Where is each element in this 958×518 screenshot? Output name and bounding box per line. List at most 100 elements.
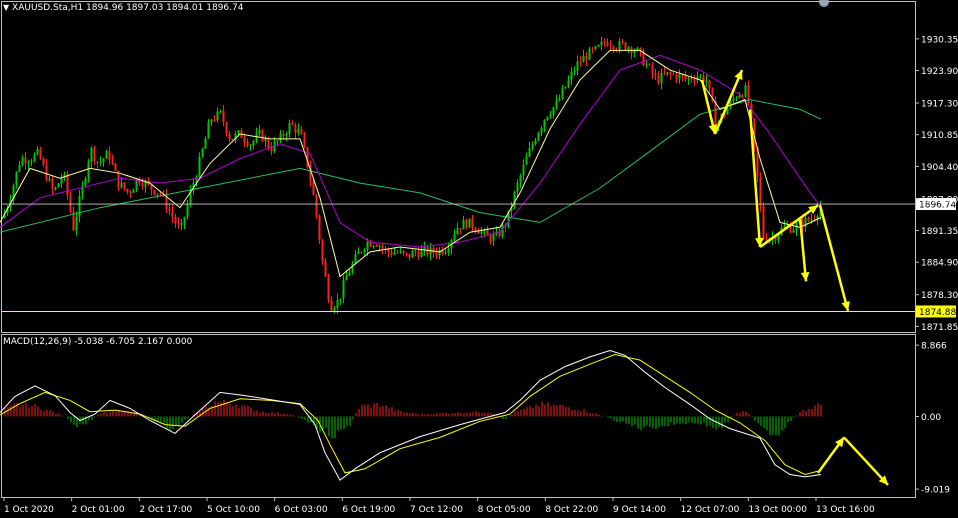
time-axis-label: 5 Oct 10:00 xyxy=(207,505,260,515)
candle xyxy=(168,203,171,215)
candle-body xyxy=(294,124,297,133)
candle-body xyxy=(51,178,54,190)
candle-body xyxy=(228,133,231,140)
candle xyxy=(75,211,78,236)
price-axis-label: 1910.85 xyxy=(921,131,958,141)
candle-body xyxy=(372,245,375,247)
candle xyxy=(351,260,354,275)
candle-body xyxy=(534,140,537,145)
arrow-shaft xyxy=(818,204,850,312)
candle-body xyxy=(315,195,318,216)
candle xyxy=(219,109,222,114)
time-axis-label: 12 Oct 07:00 xyxy=(681,505,740,515)
candle xyxy=(246,138,249,148)
candle-body xyxy=(432,247,435,253)
candle xyxy=(255,127,258,144)
candle-body xyxy=(738,95,741,98)
candle-body xyxy=(363,249,366,253)
macd-histogram xyxy=(4,400,822,439)
candle xyxy=(84,176,87,188)
candle xyxy=(279,129,282,144)
candle-body xyxy=(588,48,591,60)
ma-mid-line xyxy=(0,54,822,248)
candle xyxy=(258,124,261,137)
arrow-shaft xyxy=(759,204,819,249)
candle-body xyxy=(453,234,456,240)
candle xyxy=(486,225,489,236)
candle-body xyxy=(93,147,96,162)
candle-body xyxy=(714,101,717,125)
chart-menu-icon[interactable]: ▼ xyxy=(3,3,9,12)
candle-body xyxy=(96,161,99,163)
candle-body xyxy=(585,56,588,60)
candle-body xyxy=(48,178,51,181)
candle xyxy=(435,247,438,260)
candle-body xyxy=(243,137,246,142)
candle xyxy=(57,183,60,188)
arrow xyxy=(759,204,819,249)
candle-body xyxy=(408,254,411,258)
candle-body xyxy=(378,245,381,247)
candle xyxy=(627,45,630,54)
candle xyxy=(609,40,612,51)
candle xyxy=(93,145,96,166)
candle xyxy=(471,214,474,233)
candle xyxy=(225,121,228,137)
candle xyxy=(396,249,399,254)
candle-body xyxy=(288,122,291,135)
candle xyxy=(318,214,321,244)
candle-body xyxy=(633,50,636,54)
candle xyxy=(135,179,138,193)
candle-body xyxy=(735,97,738,99)
candle-body xyxy=(402,250,405,253)
candle xyxy=(69,192,72,214)
macd-axis-label: 0.00 xyxy=(921,413,941,423)
candle-body xyxy=(60,178,63,184)
candle-body xyxy=(690,78,693,80)
candle-body xyxy=(171,210,174,217)
candle-body xyxy=(27,162,30,164)
candle-body xyxy=(84,178,87,186)
time-axis-label: 7 Oct 12:00 xyxy=(410,505,463,515)
candle xyxy=(372,244,375,249)
chart-canvas[interactable]: 1896.741874.88 1930.351923.901917.301910… xyxy=(0,0,958,518)
candle xyxy=(294,122,297,139)
candle-body xyxy=(699,75,702,77)
candle xyxy=(405,252,408,257)
candle-body xyxy=(555,100,558,108)
candle-body xyxy=(42,158,45,165)
candle-body xyxy=(24,157,27,164)
time-axis-label: 13 Oct 16:00 xyxy=(816,505,875,515)
candle xyxy=(708,80,711,94)
candle xyxy=(669,70,672,80)
candle-body xyxy=(39,148,42,159)
candle xyxy=(678,69,681,84)
candle-body xyxy=(336,299,339,308)
candle xyxy=(438,247,441,260)
candle-body xyxy=(132,189,135,193)
candle-body xyxy=(600,41,603,46)
macd-header: MACD(12,26,9) -5.038 -6.705 2.167 0.000 xyxy=(3,337,193,347)
candle xyxy=(513,190,516,210)
price-annotation-arrows xyxy=(700,69,850,312)
candle-body xyxy=(348,272,351,276)
candle-body xyxy=(657,75,660,84)
symbol-info-text: XAUUSD.Sta,H1 1894.96 1897.03 1894.01 18… xyxy=(12,3,244,13)
candle xyxy=(519,173,522,189)
candle-body xyxy=(201,148,204,157)
candle xyxy=(414,248,417,256)
candle-body xyxy=(549,114,552,117)
candle xyxy=(42,156,45,167)
candle-body xyxy=(357,251,360,254)
candle-body xyxy=(252,140,255,146)
candle xyxy=(357,247,360,255)
candle xyxy=(240,128,243,139)
moving-averages xyxy=(0,49,822,278)
candle-body xyxy=(264,138,267,142)
candle xyxy=(576,55,579,76)
candle xyxy=(411,249,414,258)
candle-body xyxy=(399,250,402,253)
candle xyxy=(72,206,75,232)
candle xyxy=(759,172,762,212)
candle xyxy=(87,159,90,183)
